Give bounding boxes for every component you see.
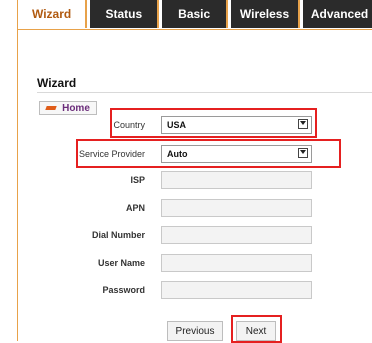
next-highlight-box (231, 315, 282, 343)
tab-status[interactable]: Status (90, 0, 160, 28)
tab-basic[interactable]: Basic (162, 0, 228, 28)
isp-label: ISP (130, 175, 145, 185)
home-label: Home (62, 102, 90, 114)
apn-input[interactable] (161, 199, 312, 217)
apn-row: APN (37, 199, 337, 219)
user-name-label: User Name (97, 258, 145, 268)
password-label: Password (102, 285, 145, 295)
previous-button[interactable]: Previous (167, 321, 223, 341)
tab-wizard[interactable]: Wizard (18, 0, 88, 28)
apn-label: APN (125, 203, 145, 213)
service-provider-highlight-box (76, 139, 341, 168)
password-input[interactable] (161, 281, 312, 299)
password-row: Password (37, 281, 337, 301)
home-button[interactable]: Home (39, 101, 97, 115)
dial-number-input[interactable] (161, 226, 312, 244)
top-tab-bar: Wizard Status Basic Wireless Advanced (18, 0, 372, 28)
user-name-input[interactable] (161, 254, 312, 272)
isp-row: ISP (37, 171, 337, 191)
home-arrow-icon (46, 104, 58, 112)
country-highlight-box (110, 108, 317, 138)
tab-underline (18, 29, 372, 30)
tab-advanced[interactable]: Advanced (303, 0, 372, 28)
dial-number-label: Dial Number (91, 230, 145, 240)
dial-number-row: Dial Number (37, 226, 337, 246)
user-name-row: User Name (37, 254, 337, 274)
isp-input[interactable] (161, 171, 312, 189)
page-title: Wizard (37, 76, 77, 90)
tab-wireless[interactable]: Wireless (230, 0, 301, 28)
title-divider (37, 92, 372, 93)
